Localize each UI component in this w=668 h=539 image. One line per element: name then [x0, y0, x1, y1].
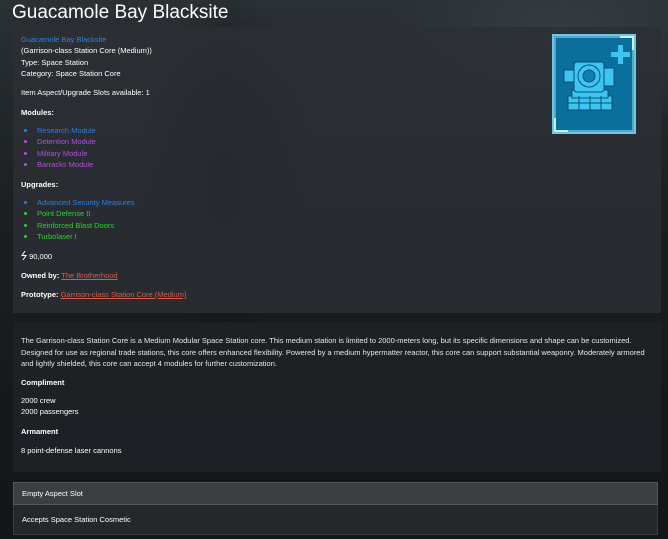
- modules-heading: Modules:: [21, 108, 54, 117]
- bullet-icon: [24, 201, 27, 204]
- upgrades-heading: Upgrades:: [21, 180, 59, 189]
- aspect-slot-title: Empty Aspect Slot: [22, 489, 83, 498]
- item-thumbnail[interactable]: [552, 34, 636, 134]
- module-item: Detention Module: [37, 137, 96, 146]
- class-line: (Garrison-class Station Core (Medium)): [21, 46, 152, 55]
- price-row: 90,000: [21, 250, 53, 261]
- module-item: Research Module: [37, 126, 96, 135]
- bullet-icon: [24, 152, 27, 155]
- page-title: Guacamole Bay Blacksite: [12, 2, 229, 23]
- prototype-label: Prototype:: [21, 290, 59, 299]
- price-value: 90,000: [29, 252, 53, 261]
- bullet-icon: [24, 224, 27, 227]
- owner-link[interactable]: The Brotherhood: [61, 271, 117, 280]
- module-item: Military Module: [37, 149, 88, 158]
- bullet-icon: [24, 235, 27, 238]
- credits-icon: [21, 250, 27, 261]
- armament-heading: Armament: [21, 427, 59, 436]
- aspect-slot-header[interactable]: Empty Aspect Slot: [13, 482, 658, 505]
- station-core-icon: [554, 36, 634, 132]
- upgrade-item: Turbolaser I: [37, 232, 77, 241]
- upgrade-item: Advanced Security Measures: [37, 198, 135, 207]
- owner-row: Owned by: The Brotherhood: [21, 271, 118, 280]
- compliment-line: 2000 crew: [21, 396, 56, 405]
- prototype-row: Prototype: Garrison-class Station Core (…: [21, 290, 186, 299]
- upgrade-item: Point Defense II: [37, 209, 91, 218]
- aspect-slot-body: Accepts Space Station Cosmetic: [13, 505, 658, 535]
- item-name-link[interactable]: Guacamole Bay Blacksite: [21, 35, 106, 44]
- prototype-link[interactable]: Garrison-class Station Core (Medium): [61, 290, 187, 299]
- bullet-icon: [24, 140, 27, 143]
- compliment-heading: Compliment: [21, 378, 65, 387]
- slots-line: Item Aspect/Upgrade Slots available: 1: [21, 88, 150, 97]
- type-line: Type: Space Station: [21, 58, 89, 67]
- module-item: Barracks Module: [37, 160, 94, 169]
- armament-line: 8 point-defense laser cannons: [21, 446, 122, 455]
- category-line: Category: Space Station Core: [21, 69, 121, 78]
- bullet-icon: [24, 163, 27, 166]
- owner-label: Owned by:: [21, 271, 60, 280]
- plus-icon: [611, 45, 630, 64]
- bullet-icon: [24, 129, 27, 132]
- bullet-icon: [24, 212, 27, 215]
- upgrade-item: Reinforced Blast Doors: [37, 221, 115, 230]
- compliment-line: 2000 passengers: [21, 407, 79, 416]
- item-description: The Garrison-class Station Core is a Med…: [21, 336, 645, 368]
- aspect-slot-accepts: Accepts Space Station Cosmetic: [22, 515, 131, 524]
